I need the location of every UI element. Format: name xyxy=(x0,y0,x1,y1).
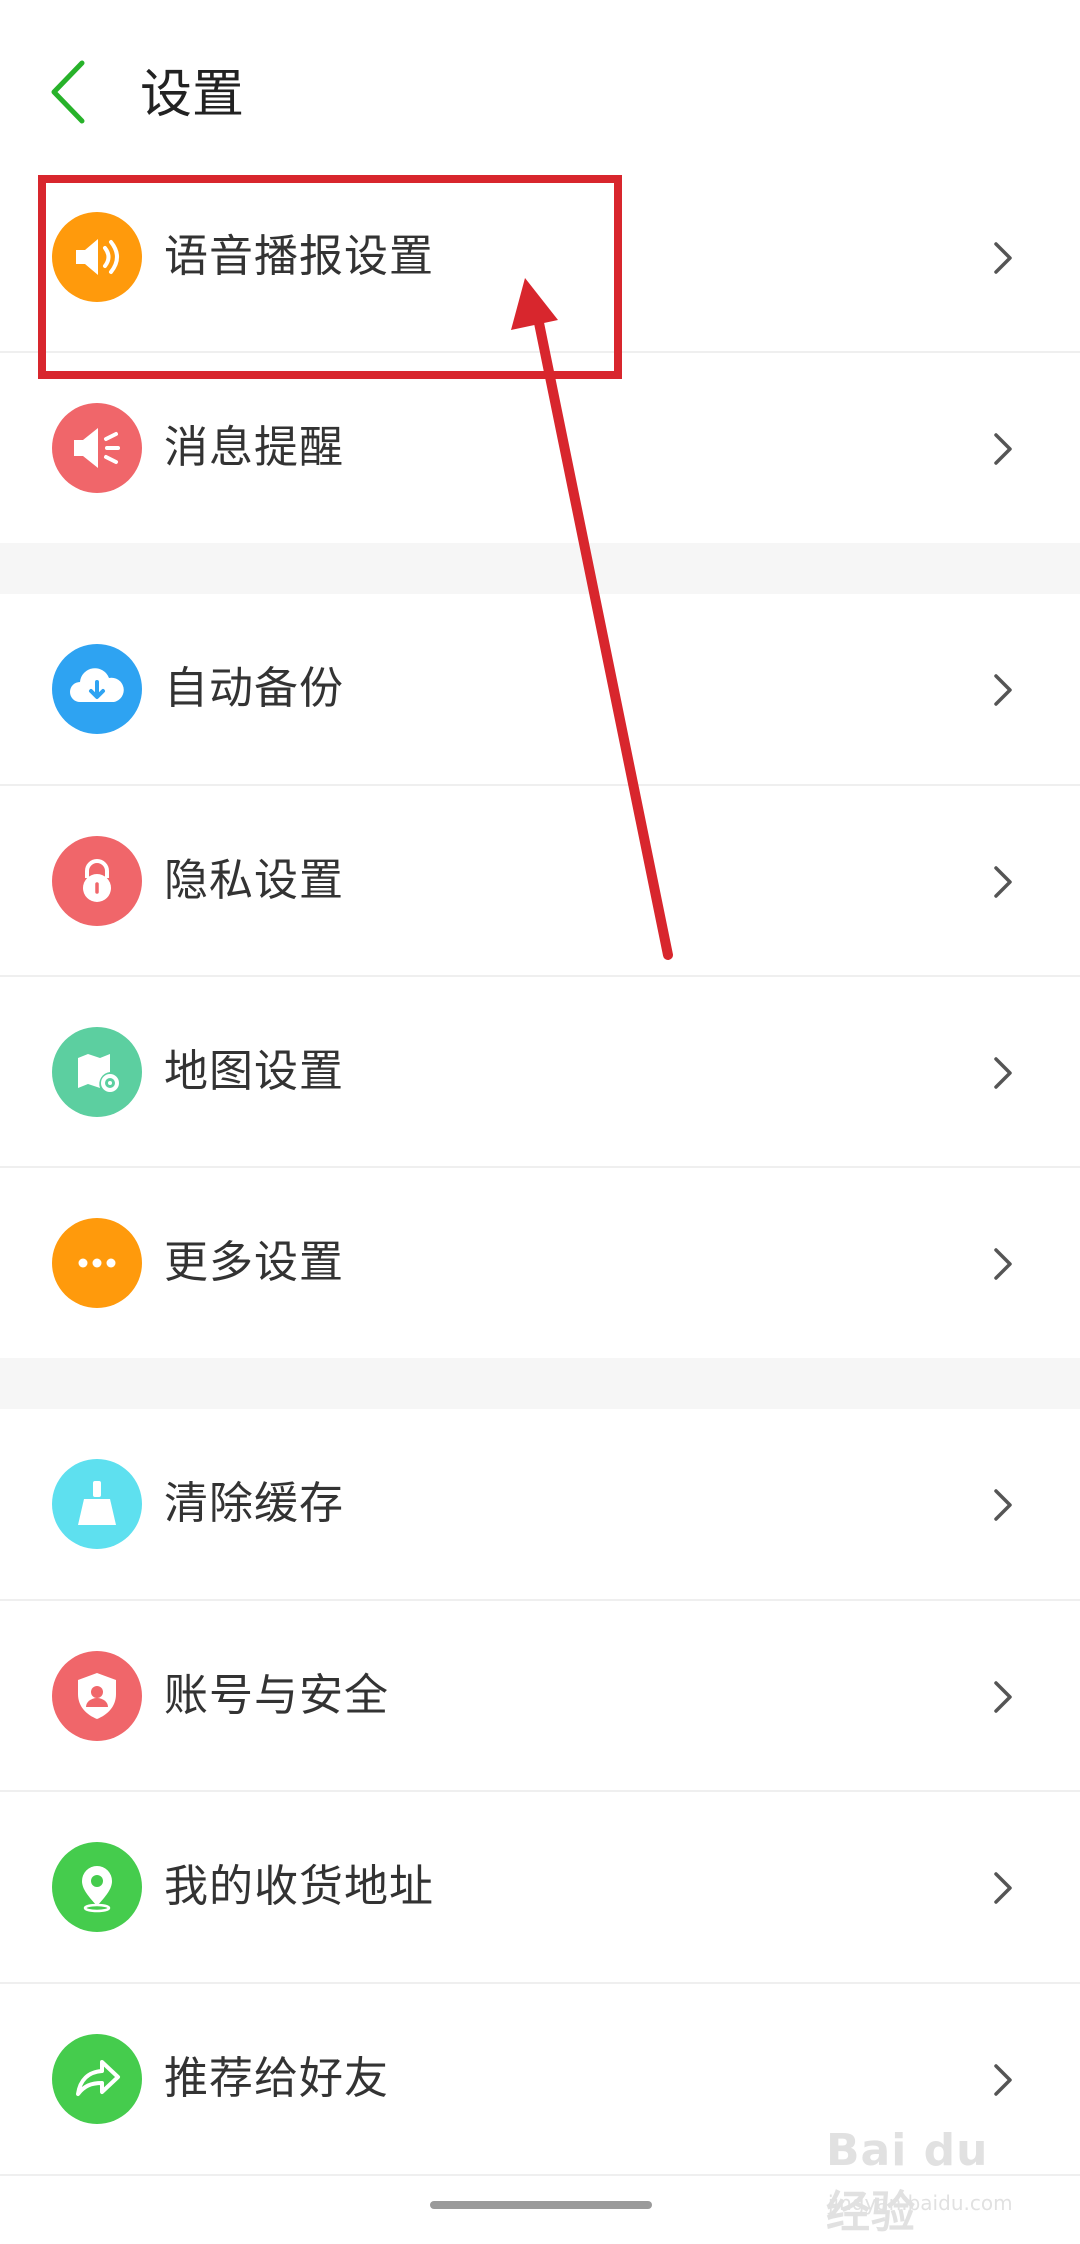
chevron-right-icon xyxy=(994,1681,1012,1713)
settings-item-label: 更多设置 xyxy=(164,1237,344,1288)
header-bar: 设置 xyxy=(0,0,1080,180)
settings-item-label: 地图设置 xyxy=(164,1046,344,1097)
settings-item-backup[interactable]: 自动备份 xyxy=(0,594,1080,784)
settings-item-account-security[interactable]: 账号与安全 xyxy=(0,1601,1080,1791)
chevron-right-icon xyxy=(994,433,1012,465)
section-gap xyxy=(0,1358,1080,1409)
broom-icon xyxy=(52,1459,142,1549)
settings-item-label: 消息提醒 xyxy=(164,422,344,473)
chevron-right-icon xyxy=(994,1248,1012,1280)
settings-item-label: 账号与安全 xyxy=(164,1670,389,1721)
settings-item-clear-cache[interactable]: 清除缓存 xyxy=(0,1409,1080,1599)
chevron-right-icon xyxy=(994,1872,1012,1904)
lock-icon xyxy=(52,836,142,926)
chevron-right-icon xyxy=(994,1489,1012,1521)
section-gap xyxy=(0,543,1080,594)
settings-item-label: 语音播报设置 xyxy=(164,231,434,282)
chevron-left-icon xyxy=(51,60,85,124)
share-arrow-icon xyxy=(52,2034,142,2124)
settings-item-address[interactable]: 我的收货地址 xyxy=(0,1792,1080,1982)
settings-item-map[interactable]: 地图设置 xyxy=(0,977,1080,1167)
settings-item-label: 自动备份 xyxy=(164,663,344,714)
settings-item-more[interactable]: 更多设置 xyxy=(0,1168,1080,1358)
location-pin-icon xyxy=(52,1842,142,1932)
settings-item-label: 清除缓存 xyxy=(164,1478,344,1529)
page-title: 设置 xyxy=(140,65,245,125)
speaker-icon xyxy=(52,212,142,302)
chevron-right-icon xyxy=(994,2064,1012,2096)
cloud-download-icon xyxy=(52,644,142,734)
settings-item-label: 推荐给好友 xyxy=(164,2053,389,2104)
settings-item-voice[interactable]: 语音播报设置 xyxy=(0,162,1080,352)
watermark: Bai du 经验 jingyan.baidu.com xyxy=(826,2115,1026,2238)
settings-item-label: 我的收货地址 xyxy=(164,1861,434,1912)
chevron-right-icon xyxy=(994,1057,1012,1089)
watermark-url: jingyan.baidu.com xyxy=(828,2191,1013,2215)
shield-user-icon xyxy=(52,1651,142,1741)
settings-item-privacy[interactable]: 隐私设置 xyxy=(0,786,1080,976)
home-indicator[interactable] xyxy=(430,2201,652,2209)
chevron-right-icon xyxy=(994,866,1012,898)
watermark-logo: Bai du 经验 xyxy=(826,2125,989,2238)
settings-item-label: 隐私设置 xyxy=(164,855,344,906)
megaphone-icon xyxy=(52,403,142,493)
chevron-right-icon xyxy=(994,674,1012,706)
more-dots-icon xyxy=(52,1218,142,1308)
back-button[interactable] xyxy=(40,55,100,130)
settings-item-notification[interactable]: 消息提醒 xyxy=(0,353,1080,543)
chevron-right-icon xyxy=(994,242,1012,274)
map-gear-icon xyxy=(52,1027,142,1117)
